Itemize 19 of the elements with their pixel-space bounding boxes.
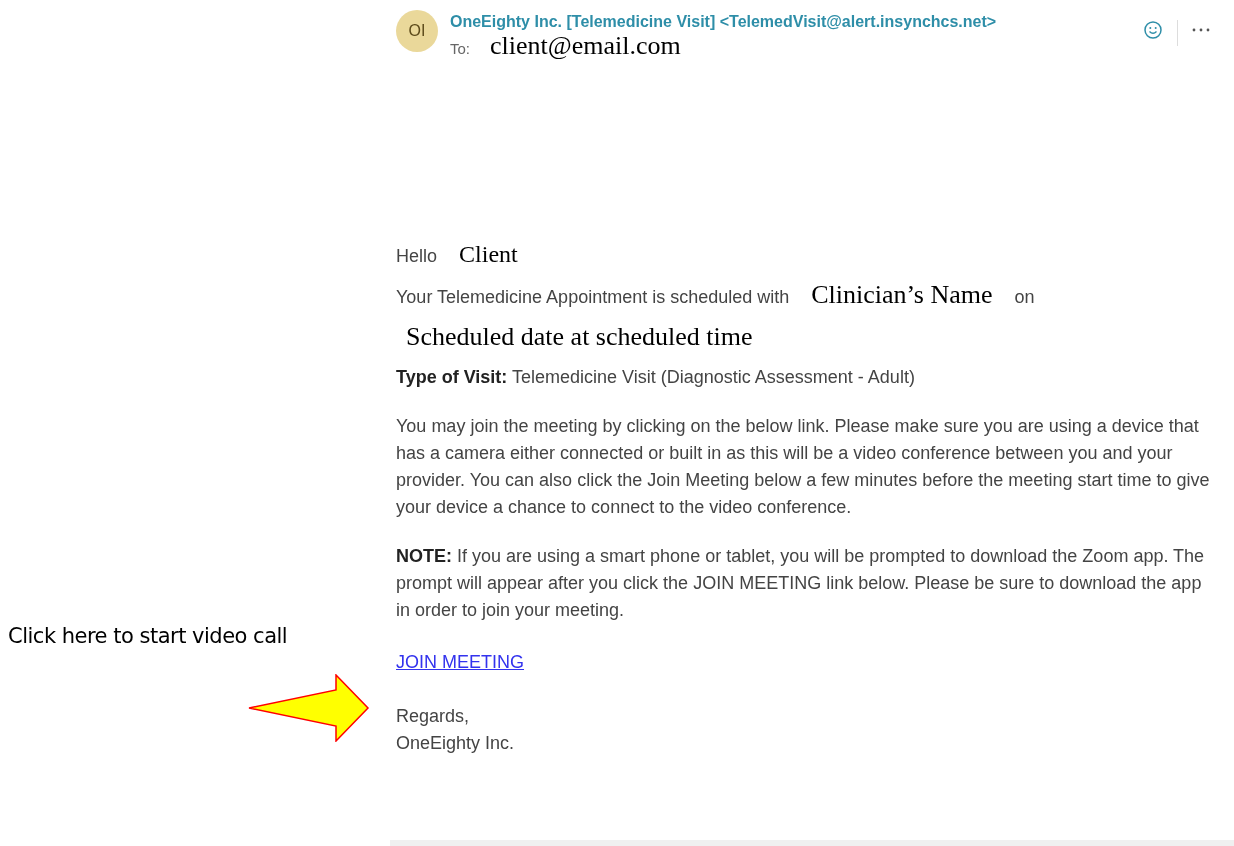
annotation-text: Click here to start video call — [8, 624, 289, 648]
sign-off-text: Regards, — [396, 705, 471, 728]
sign-off-text: OneEighty Inc. — [396, 732, 516, 755]
appointment-text: Your Telemedicine Appointment is scheduled with — [396, 287, 790, 308]
on-text: on — [1014, 287, 1035, 308]
client-name: Client — [459, 241, 518, 268]
greeting-text: Hello — [396, 246, 438, 267]
join-meeting-link[interactable]: JOIN MEETING — [396, 652, 524, 673]
appointment-time: Scheduled date at scheduled time — [406, 322, 753, 352]
arrow-icon — [248, 674, 370, 742]
clinician-name: Clinician’s Name — [811, 280, 993, 310]
body-paragraph: You may join the meeting by clicking on the below link. Please make sure you are using a device that has a camera either connected or built in as this will be a video conference between you and your provider. You can also click the Join Meeting below a few minutes before the meeting start time to give your device a chance to connect to the video conference. — [396, 415, 1210, 519]
to-label: To: — [450, 40, 470, 57]
smiley-icon[interactable] — [1143, 20, 1163, 40]
body-paragraph: NOTE: If you are using a smart phone or tablet, you will be prompted to download the Zoom app. The prompt will appear after you click the JOIN MEETING link below. Please be sure to download the app in order to join your meeting. — [396, 545, 1206, 622]
recipient-address: client@email.com — [490, 31, 681, 61]
visit-type-text: Type of Visit: Telemedicine Visit (Diagnostic Assessment - Adult) — [396, 366, 916, 389]
sender-name: OneEighty Inc. [Telemedicine Visit] <TelemedVisit@alert.insynchcs.net> — [450, 13, 998, 31]
sender-avatar: OI — [396, 10, 438, 52]
